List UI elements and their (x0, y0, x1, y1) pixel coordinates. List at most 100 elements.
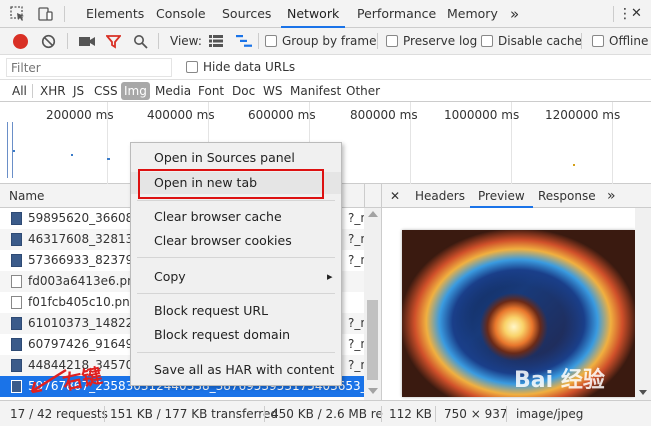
device-toolbar-icon[interactable] (37, 6, 53, 22)
request-name: fd003a6413e6.png (28, 274, 143, 288)
menu-item-block-url[interactable]: Block request URL (131, 300, 341, 322)
preserve-log-checkbox[interactable]: Preserve log (386, 28, 477, 55)
image-file-icon (11, 317, 22, 330)
hide-data-urls-label: Hide data URLs (203, 60, 296, 74)
menu-item-clear-cache[interactable]: Clear browser cache (131, 206, 341, 228)
menu-item-label: Copy (154, 269, 186, 284)
more-tabs-icon[interactable]: » (510, 0, 519, 28)
file-icon (11, 296, 22, 309)
filter-icon[interactable] (105, 34, 122, 49)
overview-tick: 400000 ms (147, 108, 215, 122)
requests-scrollbar[interactable] (364, 208, 381, 400)
overview-dot (573, 164, 575, 166)
image-file-icon (11, 212, 22, 225)
type-img[interactable]: Img (121, 82, 150, 100)
type-xhr[interactable]: XHR (37, 82, 69, 100)
search-icon[interactable] (133, 34, 148, 49)
preserve-log-label: Preserve log (403, 34, 478, 48)
record-icon[interactable] (13, 34, 28, 49)
screenshot-capture-icon[interactable] (79, 35, 95, 48)
menu-item-copy[interactable]: Copy ▸ (131, 266, 341, 288)
menu-item-label: Open in Sources panel (154, 150, 295, 165)
network-toolbar: View: Group by frame Preserve log Disabl… (0, 28, 651, 55)
image-mime-type: image/jpeg (516, 407, 584, 421)
preview-scrollbar[interactable] (635, 208, 651, 400)
file-icon (11, 275, 22, 288)
resource-type-filter: All XHR JS CSS Img Media Font Doc WS Man… (0, 80, 651, 102)
group-by-frame-checkbox[interactable]: Group by frame (265, 28, 376, 55)
type-all[interactable]: All (9, 82, 30, 100)
tab-response[interactable]: Response (538, 184, 596, 208)
type-manifest[interactable]: Manifest (287, 82, 344, 100)
scroll-down-arrow[interactable] (368, 388, 378, 394)
tab-console[interactable]: Console (156, 0, 206, 28)
more-detail-tabs-icon[interactable]: » (607, 184, 616, 208)
settings-icon[interactable]: ⋮ (618, 0, 632, 28)
image-file-icon (11, 254, 22, 267)
scroll-down-arrow[interactable] (639, 390, 647, 395)
overview-tick: 1200000 ms (545, 108, 621, 122)
large-rows-icon[interactable] (209, 35, 223, 47)
offline-label: Offline (609, 34, 649, 48)
request-name: f01fcb405c10.png (28, 295, 138, 309)
menu-item-block-domain[interactable]: Block request domain (131, 324, 341, 346)
tab-headers[interactable]: Headers (415, 184, 465, 208)
menu-item-label: Save all as HAR with content (154, 362, 335, 377)
clear-icon[interactable] (41, 34, 56, 49)
tab-preview[interactable]: Preview (470, 184, 533, 208)
menu-item-save-har[interactable]: Save all as HAR with content (131, 359, 341, 381)
type-font[interactable]: Font (195, 82, 227, 100)
overview-tick: 800000 ms (350, 108, 418, 122)
name-column-header[interactable]: Name (9, 189, 44, 203)
devtools-tab-bar: Elements Console Sources Network Perform… (0, 0, 651, 28)
image-size: 112 KB (389, 407, 432, 421)
menu-item-open-in-sources[interactable]: Open in Sources panel (131, 147, 341, 169)
filter-input[interactable] (6, 58, 172, 77)
image-file-icon (11, 380, 22, 393)
detail-tabs: ✕ Headers Preview Response » (382, 184, 651, 208)
tab-performance[interactable]: Performance (357, 0, 436, 28)
tab-network[interactable]: Network (281, 0, 346, 28)
request-detail-panel: ✕ Headers Preview Response » Bai 经验 (381, 184, 651, 400)
tab-sources[interactable]: Sources (222, 0, 271, 28)
request-count: 17 / 42 requests (10, 407, 108, 421)
status-bar: 17 / 42 requests 151 KB / 177 KB transfe… (0, 400, 651, 426)
close-devtools-icon[interactable]: ✕ (631, 0, 642, 28)
overview-tick: 200000 ms (46, 108, 114, 122)
offline-checkbox[interactable]: Offline (592, 28, 648, 55)
type-media[interactable]: Media (152, 82, 194, 100)
type-css[interactable]: CSS (91, 82, 121, 100)
resources-size: 450 KB / 2.6 MB re (271, 407, 383, 421)
overview-dot (13, 150, 15, 152)
close-detail-icon[interactable]: ✕ (390, 184, 400, 208)
type-js[interactable]: JS (70, 82, 87, 100)
transferred-size: 151 KB / 177 KB transferred (110, 407, 278, 421)
type-doc[interactable]: Doc (229, 82, 258, 100)
view-label: View: (170, 34, 202, 48)
waterfall-view-icon[interactable] (236, 35, 252, 47)
type-ws[interactable]: WS (260, 82, 285, 100)
menu-item-label: Block request URL (154, 303, 269, 318)
inspect-element-icon[interactable] (10, 6, 26, 22)
scrollbar-thumb[interactable] (367, 300, 378, 380)
hide-data-urls-checkbox[interactable]: Hide data URLs (186, 55, 295, 80)
image-file-icon (11, 233, 22, 246)
image-preview: Bai 经验 (402, 230, 635, 397)
menu-item-label: Clear browser cookies (154, 233, 292, 248)
overview-tick: 600000 ms (248, 108, 316, 122)
image-dimensions: 750 × 937 (444, 407, 508, 421)
disable-cache-label: Disable cache (498, 34, 582, 48)
disable-cache-checkbox[interactable]: Disable cache (481, 28, 582, 55)
menu-item-label: Block request domain (154, 327, 291, 342)
image-file-icon (11, 338, 22, 351)
type-other[interactable]: Other (343, 82, 383, 100)
group-by-frame-label: Group by frame (282, 34, 377, 48)
scroll-up-arrow[interactable] (368, 211, 378, 217)
menu-item-clear-cookies[interactable]: Clear browser cookies (131, 230, 341, 252)
tab-memory[interactable]: Memory (447, 0, 498, 28)
overview-dot (71, 154, 73, 156)
highlight-box (138, 169, 324, 199)
tab-elements[interactable]: Elements (86, 0, 144, 28)
image-file-icon (11, 359, 22, 372)
filter-row: Hide data URLs (0, 55, 651, 80)
